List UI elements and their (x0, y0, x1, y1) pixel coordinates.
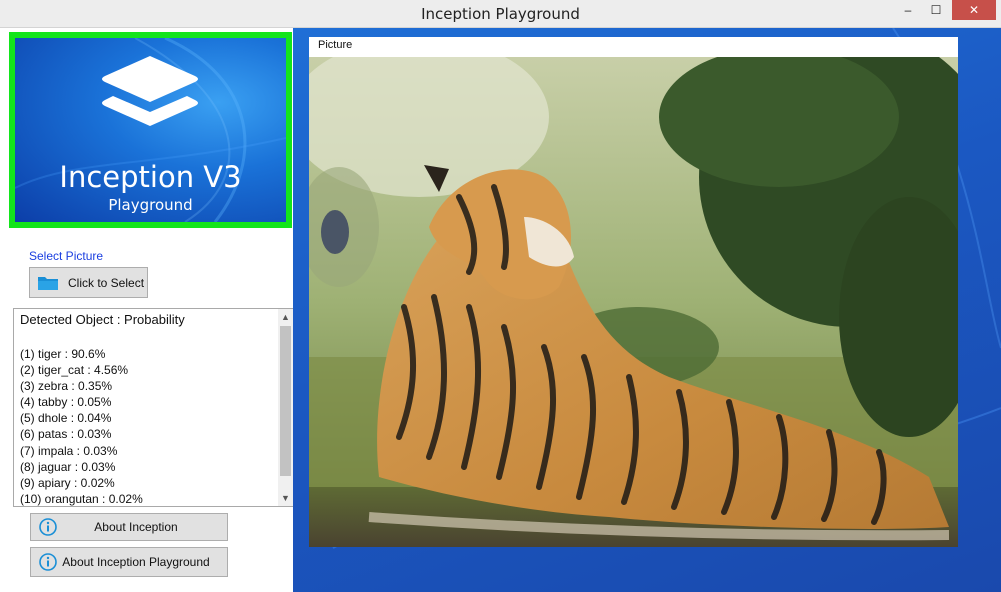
scroll-thumb[interactable] (280, 326, 291, 476)
picture-label: Picture (318, 39, 353, 51)
result-item: (10) orangutan : 0.02% (20, 491, 143, 506)
select-picture-button-label: Click to Select (68, 275, 145, 290)
about-playground-button[interactable]: About Inception Playground (30, 547, 228, 577)
select-picture-label: Select Picture (29, 249, 104, 263)
window-title: Inception Playground (421, 5, 580, 23)
logo-title: Inception V3 (59, 160, 242, 194)
folder-icon (38, 276, 58, 290)
close-button[interactable]: ✕ (952, 0, 996, 20)
picture-box (309, 57, 958, 547)
scroll-down-icon[interactable]: ▼ (278, 490, 293, 506)
results-text: Detected Object : Probability (1) tiger … (20, 312, 278, 507)
picture-groupbox: Picture (309, 37, 958, 547)
scroll-up-icon[interactable]: ▲ (278, 309, 293, 325)
layers-icon (102, 56, 198, 126)
results-listbox[interactable]: Detected Object : Probability (1) tiger … (13, 308, 294, 507)
result-item: (7) impala : 0.03% (20, 443, 118, 458)
result-item: (6) patas : 0.03% (20, 427, 112, 442)
about-inception-label: About Inception (94, 520, 178, 534)
title-bar: Inception Playground ‒ ☐ ✕ (0, 0, 1001, 28)
result-item: (8) jaguar : 0.03% (20, 459, 116, 474)
app-logo: Inception V3 Playground (15, 38, 286, 222)
logo-frame: Inception V3 Playground (9, 32, 292, 228)
logo-subtitle: Playground (108, 196, 193, 214)
result-item: (5) dhole : 0.04% (20, 411, 112, 426)
about-inception-button[interactable]: About Inception (30, 513, 228, 541)
tiger-photo (309, 57, 958, 547)
maximize-button[interactable]: ☐ (923, 0, 949, 20)
info-icon (39, 553, 57, 571)
about-playground-label: About Inception Playground (62, 555, 210, 569)
select-picture-button[interactable]: Click to Select (29, 267, 148, 298)
info-icon (39, 518, 57, 536)
result-item: (4) tabby : 0.05% (20, 395, 112, 410)
result-item: (1) tiger : 90.6% (20, 347, 106, 361)
result-item: (2) tiger_cat : 4.56% (20, 363, 129, 378)
results-header: Detected Object : Probability (20, 312, 185, 327)
result-item: (9) apiary : 0.02% (20, 475, 115, 490)
minimize-button[interactable]: ‒ (895, 0, 921, 20)
left-panel: Inception V3 Playground Select Picture C… (0, 28, 294, 592)
result-item: (3) zebra : 0.35% (20, 379, 113, 394)
results-scrollbar[interactable]: ▲ ▼ (278, 309, 293, 506)
